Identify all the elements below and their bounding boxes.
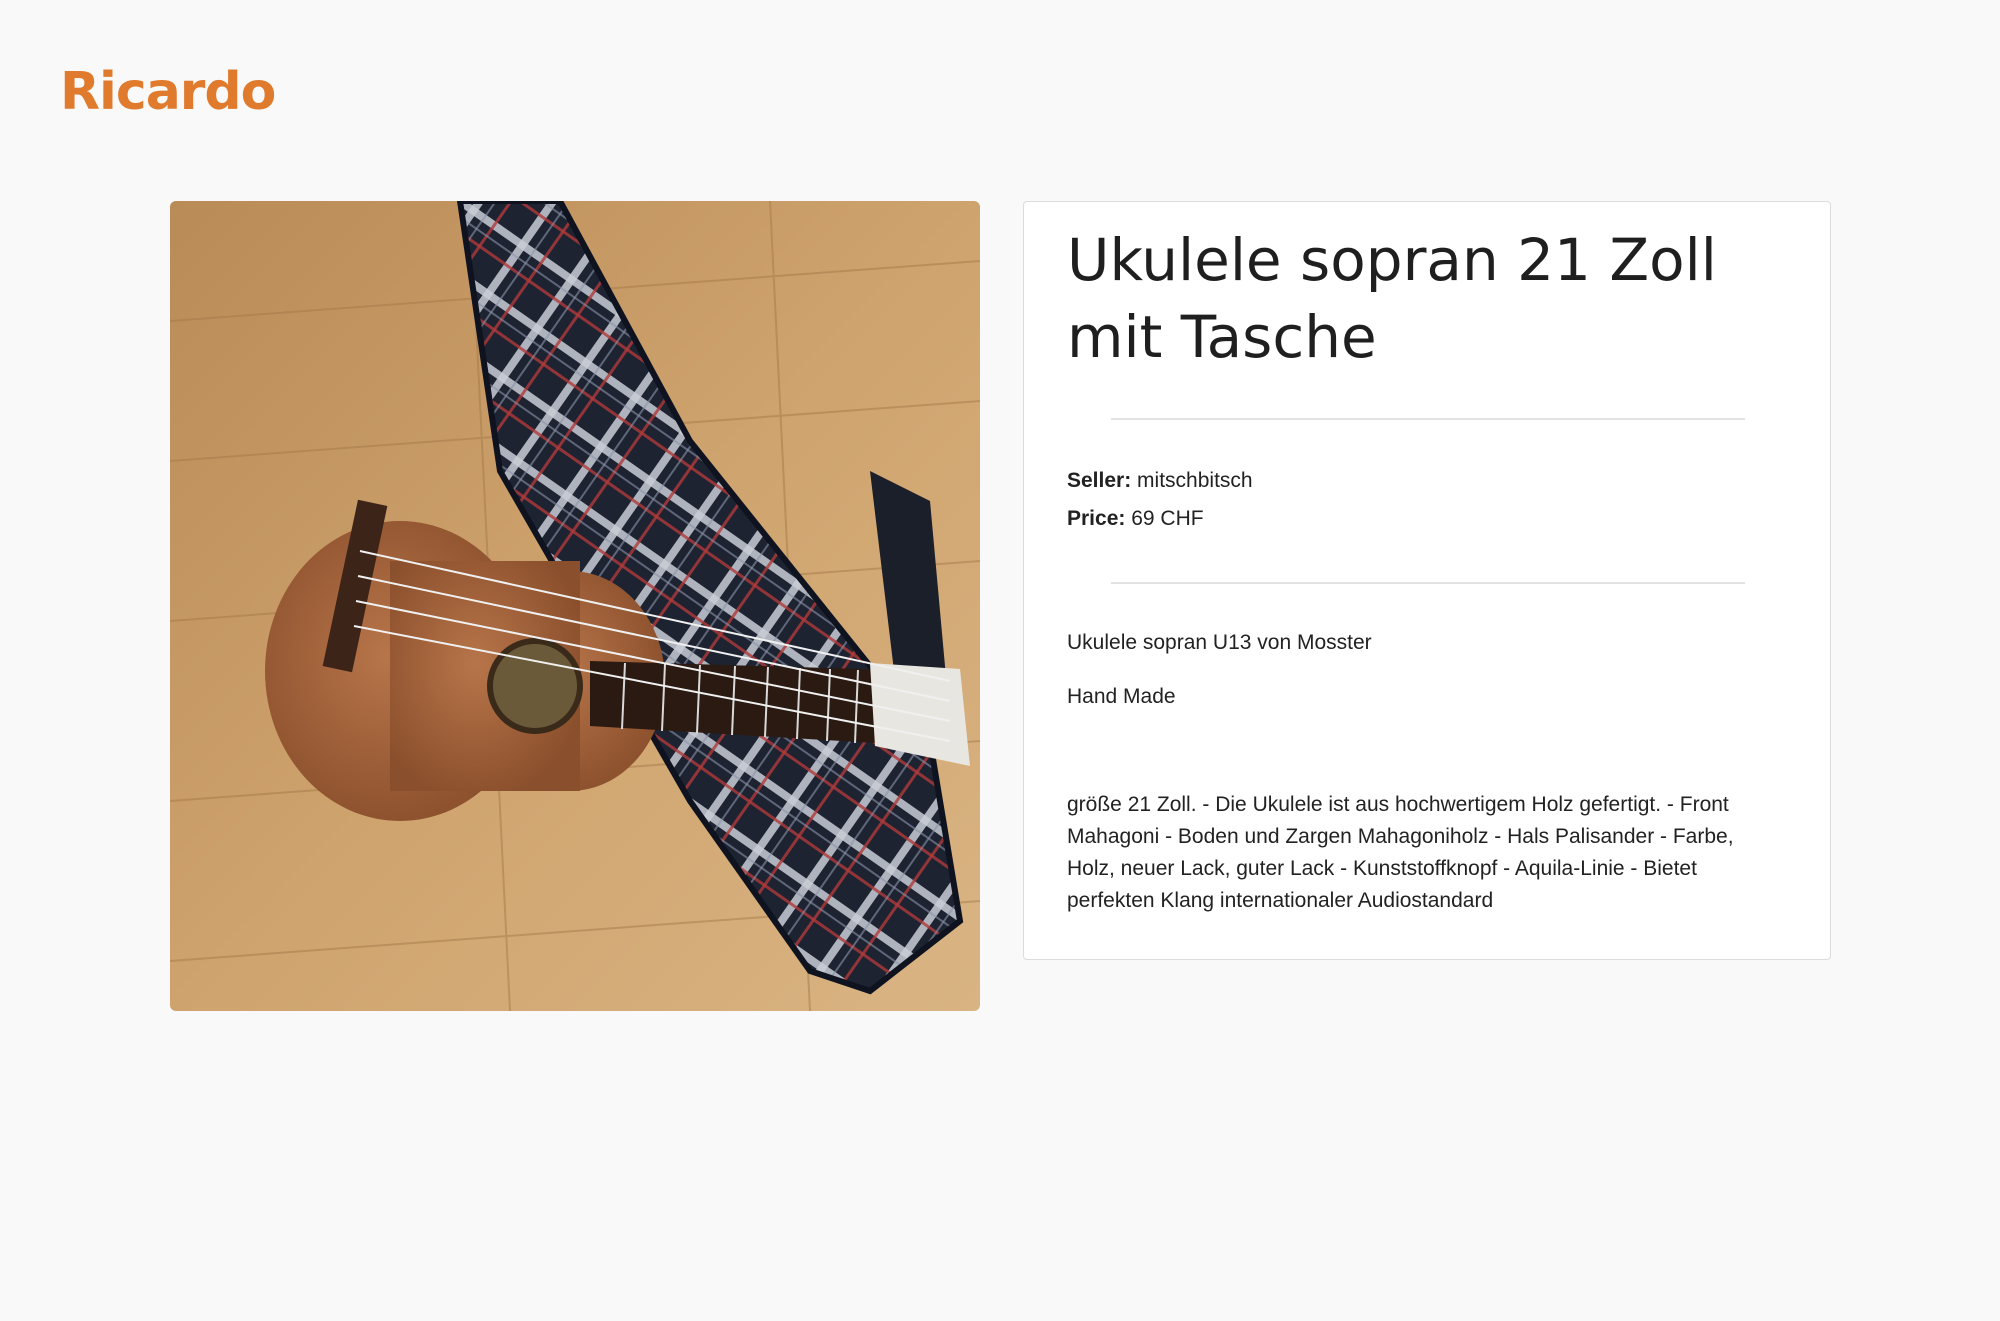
- price-label: Price:: [1067, 507, 1126, 530]
- product-title: Ukulele sopran 21 Zoll mit Tasche: [1067, 226, 1717, 371]
- seller-row: Seller: mitschbitsch: [1067, 469, 1253, 493]
- product-image[interactable]: [170, 201, 980, 1011]
- ricardo-logo[interactable]: Ricardo: [60, 62, 276, 122]
- seller-name[interactable]: mitschbitsch: [1137, 469, 1253, 492]
- divider: [1111, 582, 1745, 584]
- description-line: Ukulele sopran U13 von Mosster: [1067, 631, 1372, 654]
- description-line: Hand Made: [1067, 685, 1176, 708]
- divider: [1111, 418, 1745, 420]
- seller-label: Seller:: [1067, 469, 1132, 492]
- price-row: Price: 69 CHF: [1067, 507, 1204, 531]
- price-value: 69 CHF: [1131, 507, 1204, 530]
- description-paragraph: größe 21 Zoll. - Die Ukulele ist aus hoc…: [1067, 793, 1734, 912]
- product-details-card: Ukulele sopran 21 Zoll mit Tasche Seller…: [1023, 201, 1831, 960]
